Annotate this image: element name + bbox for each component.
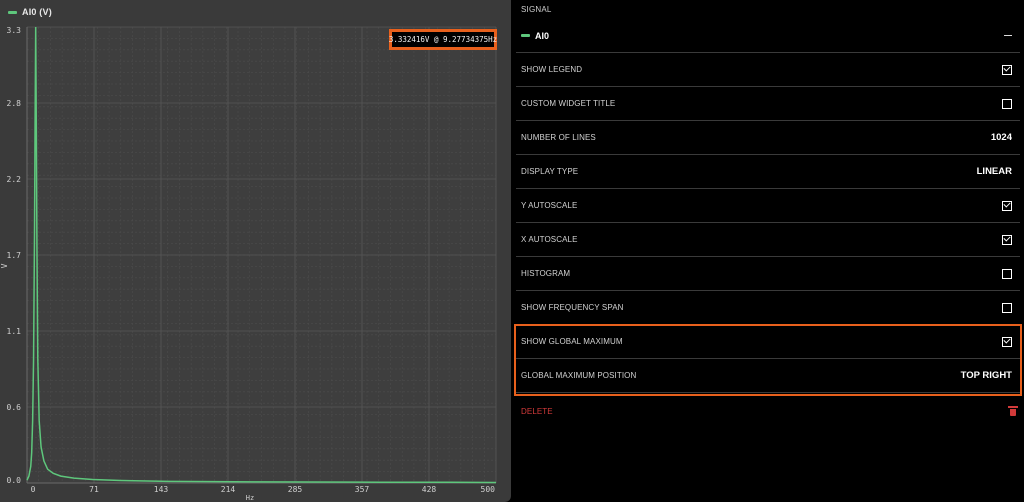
x-tick-label: 500 [481,485,496,494]
settings-panel: SIGNAL AI0 SHOW LEGEND CUSTOM WIDGET TIT… [516,0,1024,502]
collapse-icon[interactable] [1004,34,1012,37]
global-maximum-position-label: GLOBAL MAXIMUM POSITION [521,371,637,380]
show-frequency-span-label: SHOW FREQUENCY SPAN [521,303,624,312]
x-tick-label: 0 [31,485,36,494]
signal-color-swatch [521,34,530,37]
signal-section-header: SIGNAL [521,5,552,14]
signal-name-label: AI0 [535,30,550,41]
x-tick-label: 71 [89,485,99,494]
delete-button[interactable]: DELETE [521,407,553,416]
y-tick-label: 0.6 [7,403,22,412]
display-type-label: DISPLAY TYPE [521,167,579,176]
setting-number-of-lines[interactable]: NUMBER OF LINES 1024 [516,121,1020,155]
x-tick-label: 143 [154,485,169,494]
show-global-maximum-label: SHOW GLOBAL MAXIMUM [521,337,623,346]
x-tick-label: 214 [221,485,236,494]
setting-histogram[interactable]: HISTOGRAM [516,257,1020,291]
setting-show-legend[interactable]: SHOW LEGEND [516,53,1020,87]
legend-label: AI0 (V) [22,7,52,17]
signal-row-ai0[interactable]: AI0 [516,19,1020,53]
x-tick-label: 428 [422,485,437,494]
y-tick-label: 2.8 [7,99,22,108]
global-max-readout: 3.332416V @ 9.27734375Hz [389,29,497,50]
setting-custom-widget-title[interactable]: CUSTOM WIDGET TITLE [516,87,1020,121]
fft-chart-widget: 3.3 2.8 2.2 1.7 1.1 0.6 0.0 0 71 143 214 285 357 428… [0,0,511,502]
y-autoscale-label: Y AUTOSCALE [521,201,578,210]
histogram-checkbox[interactable] [1002,268,1012,279]
setting-show-global-maximum[interactable]: SHOW GLOBAL MAXIMUM [516,325,1020,359]
show-legend-checkbox[interactable] [1002,64,1012,75]
number-of-lines-value[interactable]: 1024 [991,132,1012,143]
show-legend-label: SHOW LEGEND [521,65,583,74]
trash-icon[interactable] [1008,406,1018,416]
legend-swatch [8,10,17,14]
y-tick-label: 0.0 [7,476,22,485]
y-autoscale-checkbox[interactable] [1002,200,1012,211]
custom-widget-title-checkbox[interactable] [1002,98,1012,109]
x-autoscale-checkbox[interactable] [1002,234,1012,245]
histogram-label: HISTOGRAM [521,269,571,278]
number-of-lines-label: NUMBER OF LINES [521,133,596,142]
custom-widget-title-label: CUSTOM WIDGET TITLE [521,99,616,108]
x-axis-label: Hz [246,494,254,502]
setting-x-autoscale[interactable]: X AUTOSCALE [516,223,1020,257]
delete-row[interactable]: DELETE [521,402,1024,420]
y-tick-label: 3.3 [7,26,22,35]
display-type-value[interactable]: LINEAR [977,166,1012,177]
x-tick-label: 285 [288,485,303,494]
y-tick-label: 1.1 [7,327,22,336]
setting-global-maximum-position[interactable]: GLOBAL MAXIMUM POSITION TOP RIGHT [516,359,1020,393]
y-tick-label: 1.7 [7,251,22,260]
show-frequency-span-checkbox[interactable] [1002,302,1012,313]
signal-name: AI0 [521,31,549,41]
x-autoscale-label: X AUTOSCALE [521,235,578,244]
y-axis-label: V [0,263,9,268]
y-tick-label: 2.2 [7,175,22,184]
chart-plot[interactable]: 3.3 2.8 2.2 1.7 1.1 0.6 0.0 0 71 143 214 285 357 428… [0,0,511,502]
x-tick-label: 357 [355,485,370,494]
setting-y-autoscale[interactable]: Y AUTOSCALE [516,189,1020,223]
setting-display-type[interactable]: DISPLAY TYPE LINEAR [516,155,1020,189]
global-max-text: 3.332416V @ 9.27734375Hz [388,35,498,44]
show-global-maximum-checkbox[interactable] [1002,336,1012,347]
chart-legend[interactable]: AI0 (V) [8,5,52,19]
global-maximum-position-value[interactable]: TOP RIGHT [961,370,1012,381]
setting-show-frequency-span[interactable]: SHOW FREQUENCY SPAN [516,291,1020,325]
